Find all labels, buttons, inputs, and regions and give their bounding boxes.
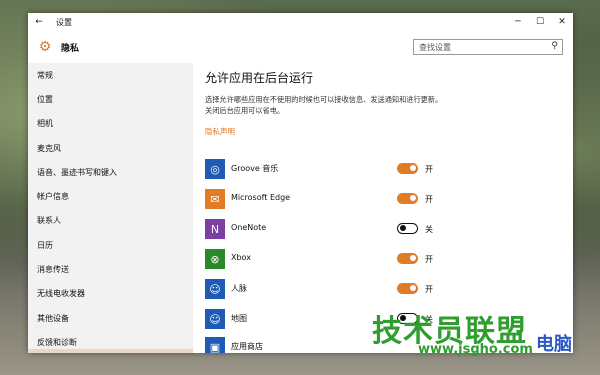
privacy-statement-link[interactable]: 隐私声明 [205, 126, 565, 137]
xbox-icon: ⊗ [205, 249, 225, 269]
music-icon: ◎ [205, 159, 225, 179]
back-arrow-icon[interactable]: ← [28, 17, 50, 27]
toggle-state-label: 开 [425, 255, 433, 264]
sidebar-item-contacts[interactable]: 联系人 [28, 209, 193, 233]
sidebar-item-account-info[interactable]: 帐户信息 [28, 184, 193, 208]
background-toggle[interactable] [397, 223, 418, 234]
sidebar-item-other-devices[interactable]: 其他设备 [28, 306, 193, 330]
window-controls: ─ ☐ ✕ [507, 13, 573, 31]
toggle-state-label: 开 [425, 165, 433, 174]
sidebar-item-calendar[interactable]: 日历 [28, 233, 193, 257]
app-name: Xbox [231, 253, 251, 262]
background-toggle[interactable] [397, 163, 418, 174]
background-toggle[interactable] [397, 253, 418, 264]
app-name: OneNote [231, 223, 267, 232]
app-row: N OneNote 关 [205, 219, 565, 249]
mail-icon: ✉ [205, 189, 225, 209]
maximize-icon[interactable]: ☐ [529, 13, 551, 31]
sidebar-item-speech[interactable]: 语音、墨迹书写和键入 [28, 160, 193, 184]
store-icon: ▣ [205, 337, 225, 353]
sidebar-item-microphone[interactable]: 麦克风 [28, 136, 193, 160]
toggle-state-label: 开 [425, 285, 433, 294]
search-input[interactable]: 查找设置 ⚲ [413, 39, 563, 55]
toggle-state-label: 关 [425, 225, 433, 234]
sidebar-item-location[interactable]: 位置 [28, 87, 193, 111]
app-name: 应用商店 [231, 342, 263, 351]
sidebar-item-radios[interactable]: 无线电收发器 [28, 282, 193, 306]
section-description: 选择允许哪些应用在不使用的时候也可以接收信息、发送通知和进行更新。关闭后台应用可… [205, 95, 443, 115]
sidebar-item-camera[interactable]: 相机 [28, 112, 193, 136]
toggle-state-label: 开 [425, 195, 433, 204]
background-toggle[interactable] [397, 283, 418, 294]
app-name: Microsoft Edge [231, 193, 291, 202]
page-title: 隐私 [61, 44, 80, 54]
search-placeholder: 查找设置 [419, 43, 451, 52]
watermark-url: www.jsgho.com [418, 342, 533, 357]
people-icon: ☺ [205, 279, 225, 299]
sidebar-selection-bar [28, 349, 193, 353]
app-row: ☺ 人脉 开 [205, 279, 565, 309]
sidebar-item-general[interactable]: 常规 [28, 63, 193, 87]
app-row: ✉ Microsoft Edge 开 [205, 189, 565, 219]
background-toggle[interactable] [397, 193, 418, 204]
window-title: 设置 [56, 17, 72, 27]
app-name: 人脉 [231, 284, 247, 293]
watermark-text: 电脑 [536, 334, 572, 355]
app-name: Groove 音乐 [231, 164, 279, 173]
maps-icon: ☺ [205, 309, 225, 329]
onenote-icon: N [205, 219, 225, 239]
app-row: ◎ Groove 音乐 开 [205, 159, 565, 189]
minimize-icon[interactable]: ─ [507, 13, 529, 31]
page-header: ⚙ 隐私 查找设置 ⚲ [28, 31, 573, 63]
app-row: ⊗ Xbox 开 [205, 249, 565, 279]
search-icon[interactable]: ⚲ [551, 41, 558, 51]
sidebar: 常规 位置 相机 麦克风 语音、墨迹书写和键入 帐户信息 联系人 日历 消息传送… [28, 63, 193, 353]
settings-window: ← 设置 ─ ☐ ✕ ⚙ 隐私 查找设置 ⚲ 常规 位置 相机 麦克风 语音、墨… [28, 13, 573, 353]
app-name: 地图 [231, 314, 247, 323]
section-title: 允许应用在后台运行 [205, 71, 314, 85]
title-bar: ← 设置 ─ ☐ ✕ [28, 13, 573, 31]
sidebar-item-messaging[interactable]: 消息传送 [28, 257, 193, 281]
gear-icon: ⚙ [38, 39, 52, 55]
close-icon[interactable]: ✕ [551, 13, 573, 31]
